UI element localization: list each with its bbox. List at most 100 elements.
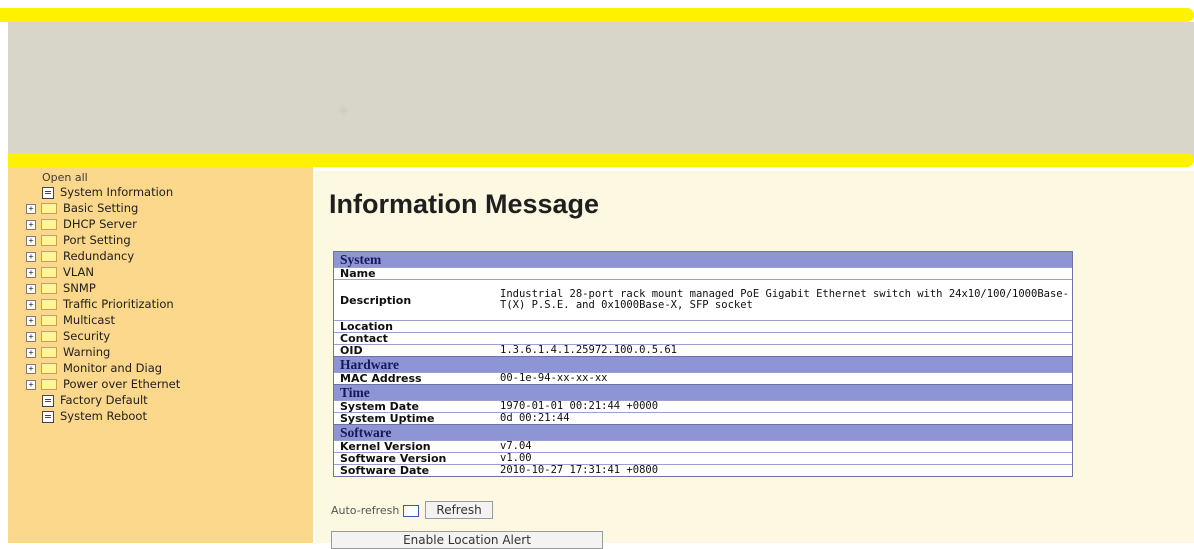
sidebar-item-warning[interactable]: + Warning [26, 345, 110, 359]
sidebar-item-system-reboot[interactable]: System Reboot [42, 409, 147, 423]
expand-icon[interactable]: + [26, 203, 36, 214]
sidebar-item-vlan[interactable]: + VLAN [26, 265, 94, 279]
expand-icon[interactable]: + [26, 315, 36, 326]
sidebar-item-label: System Reboot [60, 409, 147, 423]
page-title: Information Message [329, 189, 600, 219]
description-value: Industrial 28-port rack mount managed Po… [500, 288, 1069, 311]
open-all-link[interactable]: Open all [42, 171, 88, 184]
mac-address-label: MAC Address [340, 372, 422, 385]
sidebar-item-security[interactable]: + Security [26, 329, 110, 343]
folder-icon [41, 363, 57, 374]
expand-icon[interactable]: + [26, 331, 36, 342]
header-logo-placeholder: ◈ [338, 102, 349, 118]
sidebar-item-label: Security [63, 329, 111, 343]
sidebar-item-label: DHCP Server [63, 217, 137, 231]
name-value [500, 268, 1072, 279]
sidebar-item-redundancy[interactable]: + Redundancy [26, 249, 134, 263]
kernel-version-label: Kernel Version [340, 440, 431, 453]
software-version-value: v1.00 [500, 452, 532, 464]
folder-icon [41, 267, 57, 278]
header-divider-stripe [8, 153, 1194, 167]
enable-location-alert-button[interactable]: Enable Location Alert [331, 531, 603, 549]
table-row: System Date 1970-01-01 00:21:44 +0000 [334, 400, 1072, 412]
contact-label: Contact [340, 332, 388, 345]
location-label: Location [340, 320, 393, 333]
expand-icon[interactable]: + [26, 251, 36, 262]
info-table: System Name Description Industrial 28-po… [333, 251, 1073, 477]
sidebar-item-label: VLAN [63, 265, 95, 279]
auto-refresh-checkbox[interactable] [403, 505, 420, 517]
system-date-label: System Date [340, 400, 419, 413]
sidebar-item-snmp[interactable]: + SNMP [26, 281, 96, 295]
name-label: Name [340, 267, 376, 280]
table-row: Name [334, 267, 1072, 279]
table-row: Software Version v1.00 [334, 452, 1072, 464]
section-header-time: Time [334, 384, 1072, 400]
expand-icon[interactable]: + [26, 283, 36, 294]
sidebar-item-label: Redundancy [63, 249, 135, 263]
top-banner-stripe [0, 8, 1194, 22]
sidebar-nav: Open all System Information + Basic Setti… [8, 167, 313, 543]
auto-refresh-label: Auto-refresh [331, 504, 400, 517]
sidebar-item-label: Basic Setting [63, 201, 139, 215]
system-uptime-value: 0d 00:21:44 [500, 412, 570, 424]
section-header-hardware: Hardware [334, 356, 1072, 372]
mac-address-value: 00-1e-94-xx-xx-xx [500, 372, 608, 384]
folder-icon [41, 283, 57, 294]
refresh-button[interactable]: Refresh [425, 501, 493, 519]
sidebar-item-power-over-ethernet[interactable]: + Power over Ethernet [26, 377, 180, 391]
folder-icon [41, 347, 57, 358]
table-row: Contact [334, 332, 1072, 344]
table-row: OID 1.3.6.1.4.1.25972.100.0.5.61 [334, 344, 1072, 356]
kernel-version-value: v7.04 [500, 440, 532, 452]
software-version-label: Software Version [340, 452, 447, 465]
auto-refresh-control: Auto-refresh Refresh [331, 501, 493, 519]
sidebar-item-dhcp-server[interactable]: + DHCP Server [26, 217, 137, 231]
page-icon [42, 186, 54, 199]
table-row: Software Date 2010-10-27 17:31:41 +0800 [334, 464, 1072, 476]
expand-icon[interactable]: + [26, 235, 36, 246]
page-icon [42, 394, 54, 407]
folder-icon [41, 203, 57, 214]
sidebar-item-system-information[interactable]: System Information [42, 185, 173, 199]
location-value [500, 321, 1072, 332]
expand-icon[interactable]: + [26, 363, 36, 374]
software-date-label: Software Date [340, 464, 430, 477]
table-row: MAC Address 00-1e-94-xx-xx-xx [334, 372, 1072, 384]
expand-icon[interactable]: + [26, 379, 36, 390]
section-header-system: System [334, 252, 1072, 267]
header-banner: ◈ [8, 22, 1194, 162]
folder-icon [41, 251, 57, 262]
table-row: Kernel Version v7.04 [334, 440, 1072, 452]
expand-icon[interactable]: + [26, 347, 36, 358]
sidebar-item-label: Power over Ethernet [63, 377, 181, 391]
sidebar-item-traffic-prioritization[interactable]: + Traffic Prioritization [26, 297, 174, 311]
folder-icon [41, 379, 57, 390]
sidebar-item-label: Warning [63, 345, 111, 359]
folder-icon [41, 315, 57, 326]
system-uptime-label: System Uptime [340, 412, 435, 425]
folder-icon [41, 219, 57, 230]
expand-icon[interactable]: + [26, 299, 36, 310]
sidebar-item-basic-setting[interactable]: + Basic Setting [26, 201, 138, 215]
sidebar-item-label: System Information [60, 185, 174, 199]
sidebar-item-label: Port Setting [63, 233, 131, 247]
table-row: Location [334, 320, 1072, 332]
sidebar-item-port-setting[interactable]: + Port Setting [26, 233, 131, 247]
folder-icon [41, 235, 57, 246]
sidebar-item-label: Factory Default [60, 393, 148, 407]
expand-icon[interactable]: + [26, 219, 36, 230]
sidebar-item-monitor-and-diag[interactable]: + Monitor and Diag [26, 361, 162, 375]
folder-icon [41, 331, 57, 342]
sidebar-item-multicast[interactable]: + Multicast [26, 313, 115, 327]
software-date-value: 2010-10-27 17:31:41 +0800 [500, 464, 659, 476]
sidebar-item-label: Traffic Prioritization [63, 297, 174, 311]
sidebar-item-factory-default[interactable]: Factory Default [42, 393, 148, 407]
sidebar-item-label: SNMP [63, 281, 96, 295]
expand-icon[interactable]: + [26, 267, 36, 278]
contact-value [500, 333, 1072, 344]
table-row: System Uptime 0d 00:21:44 [334, 412, 1072, 424]
section-header-software: Software [334, 424, 1072, 440]
folder-icon [41, 299, 57, 310]
table-row: Description Industrial 28-port rack moun… [334, 279, 1072, 320]
